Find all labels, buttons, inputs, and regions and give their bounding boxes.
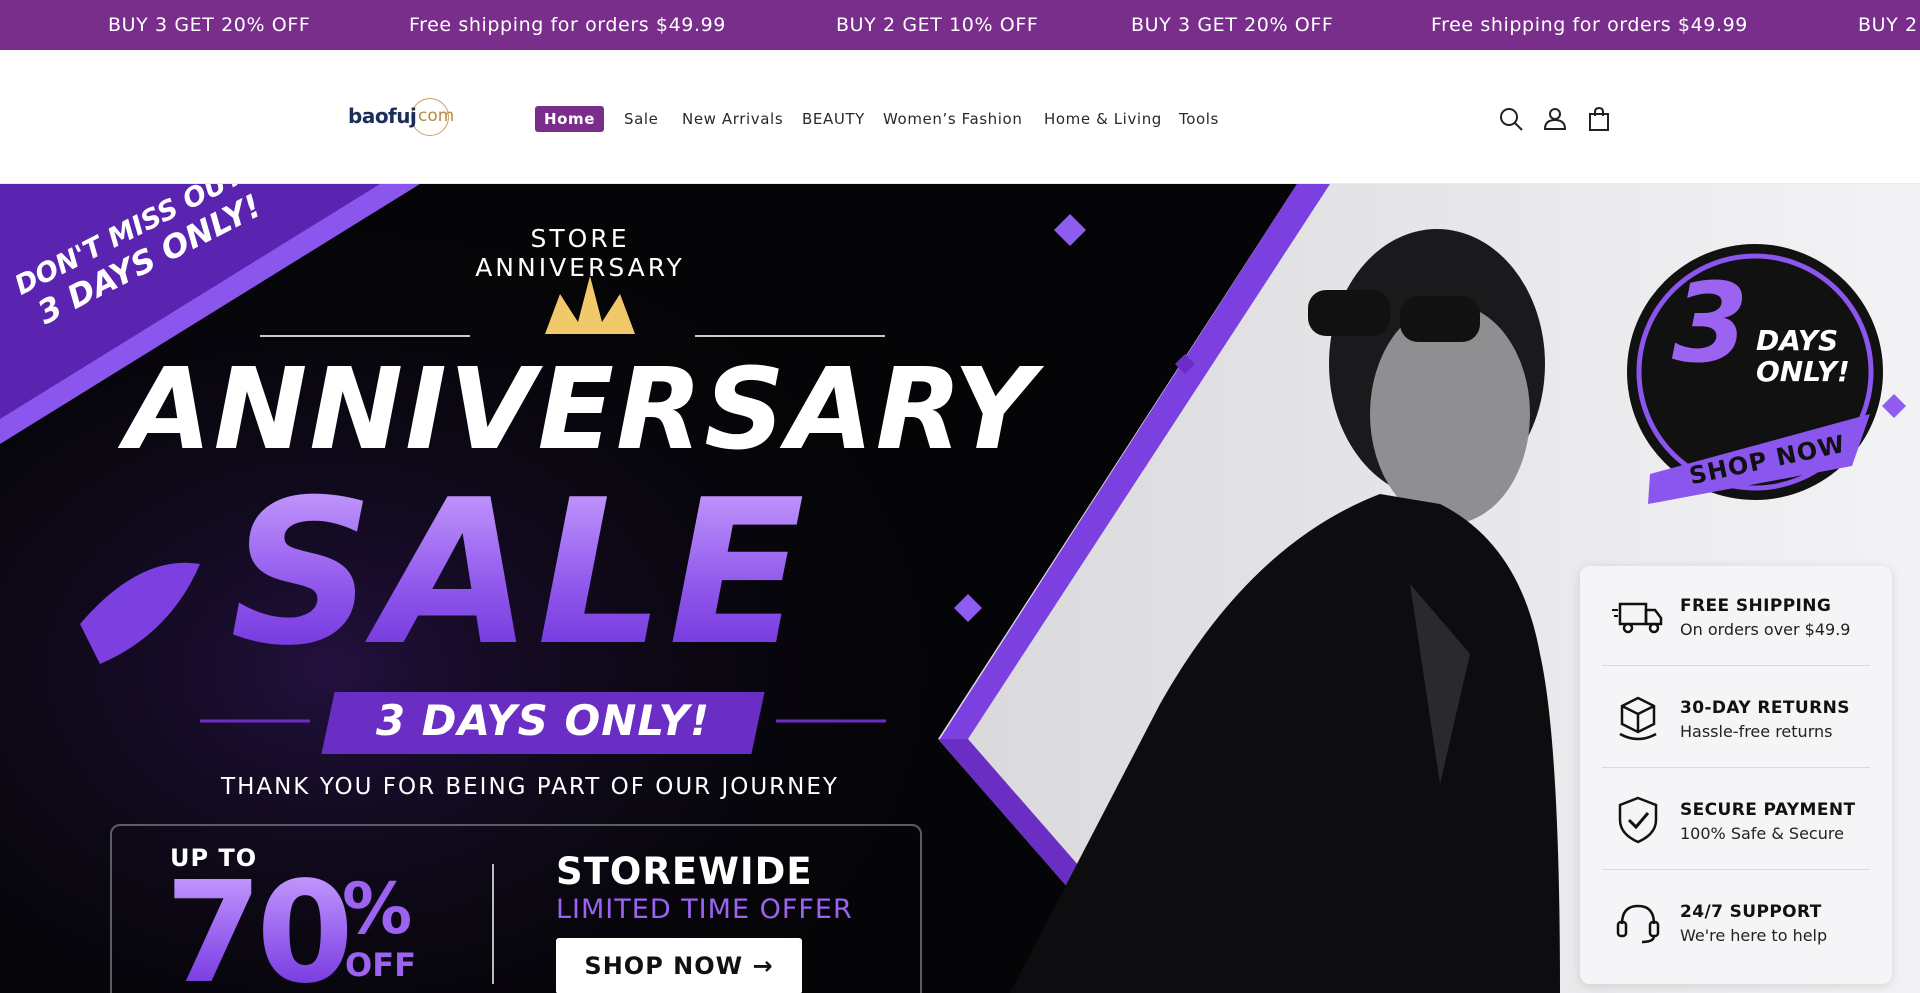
feature-title: SECURE PAYMENT: [1680, 800, 1856, 820]
feature-secure-payment: SECURE PAYMENT 100% Safe & Secure: [1580, 770, 1892, 870]
sale-headline: SALE: [230, 457, 809, 690]
badge-days: DAYS: [1756, 324, 1839, 357]
shop-now-button[interactable]: SHOP NOW →: [556, 938, 802, 993]
hero-banner[interactable]: DON'T MISS OUT! 3 DAYS ONLY! STORE ANNIV…: [0, 184, 1920, 993]
announcement-item: BUY 3 GET 20% OFF: [108, 14, 311, 36]
nav-new-arrivals[interactable]: New Arrivals: [682, 106, 783, 132]
nav-home-living[interactable]: Home & Living: [1044, 106, 1162, 132]
search-icon[interactable]: [1497, 105, 1525, 133]
nav-tools[interactable]: Tools: [1179, 106, 1219, 132]
logo[interactable]: baofuj com: [348, 98, 468, 138]
badge-days-text: DAYS ONLY!: [1756, 324, 1850, 388]
announcement-bar: BUY 3 GET 20% OFF Free shipping for orde…: [0, 0, 1920, 50]
announcement-item: BUY 2 G: [1858, 14, 1920, 36]
feature-returns: 30-DAY RETURNS Hassle-free returns: [1580, 668, 1892, 768]
nav-beauty[interactable]: BEAUTY: [802, 106, 865, 132]
limited-offer-label: LIMITED TIME OFFER: [556, 894, 853, 925]
badge-number: 3: [1672, 259, 1749, 387]
feature-support: 24/7 SUPPORT We're here to help: [1580, 872, 1892, 972]
storewide-label: STOREWIDE: [556, 850, 813, 893]
feature-divider: [1602, 665, 1870, 666]
account-icon[interactable]: [1541, 105, 1569, 133]
off-label: OFF: [345, 946, 416, 984]
feature-subtitle: Hassle-free returns: [1680, 722, 1833, 741]
headset-icon: [1610, 894, 1666, 950]
feature-divider: [1602, 869, 1870, 870]
site-header: baofuj com Home Sale New Arrivals BEAUTY…: [0, 50, 1920, 184]
feature-free-shipping: FREE SHIPPING On orders over $49.9: [1580, 566, 1892, 666]
nav-home[interactable]: Home: [535, 106, 605, 132]
feature-subtitle: On orders over $49.9: [1680, 620, 1851, 639]
announcement-item: BUY 2 GET 10% OFF: [836, 14, 1039, 36]
cart-icon[interactable]: [1585, 105, 1613, 133]
features-panel: FREE SHIPPING On orders over $49.9 30-DA…: [1580, 566, 1892, 984]
nav-sale[interactable]: Sale: [624, 106, 659, 132]
days-banner-text: 3 DAYS ONLY!: [375, 696, 711, 745]
feature-title: 30-DAY RETURNS: [1680, 698, 1850, 718]
discount-amount: 70: [165, 864, 354, 993]
feature-divider: [1602, 767, 1870, 768]
box-return-icon: [1610, 690, 1666, 746]
feature-title: FREE SHIPPING: [1680, 596, 1832, 616]
thanks-text: THANK YOU FOR BEING PART OF OUR JOURNEY: [221, 774, 839, 800]
nav-womens-fashion[interactable]: Women’s Fashion: [883, 106, 1022, 132]
badge-only: ONLY!: [1756, 354, 1850, 388]
announcement-item: BUY 3 GET 20% OFF: [1131, 14, 1334, 36]
anniversary-headline: ANNIVERSARY: [125, 345, 1037, 475]
truck-icon: [1610, 588, 1666, 644]
feature-subtitle: We're here to help: [1680, 926, 1828, 945]
logo-suffix: com: [418, 106, 455, 126]
feature-title: 24/7 SUPPORT: [1680, 902, 1822, 922]
shield-check-icon: [1610, 792, 1666, 848]
store-anniversary-label: STORE ANNIVERSARY: [475, 224, 685, 282]
announcement-item: Free shipping for orders $49.99: [1431, 14, 1748, 36]
announcement-item: Free shipping for orders $49.99: [409, 14, 726, 36]
offer-divider: [492, 864, 494, 984]
logo-text: baofuj: [348, 104, 417, 128]
percent-sign: %: [342, 868, 413, 950]
feature-subtitle: 100% Safe & Secure: [1680, 824, 1844, 843]
